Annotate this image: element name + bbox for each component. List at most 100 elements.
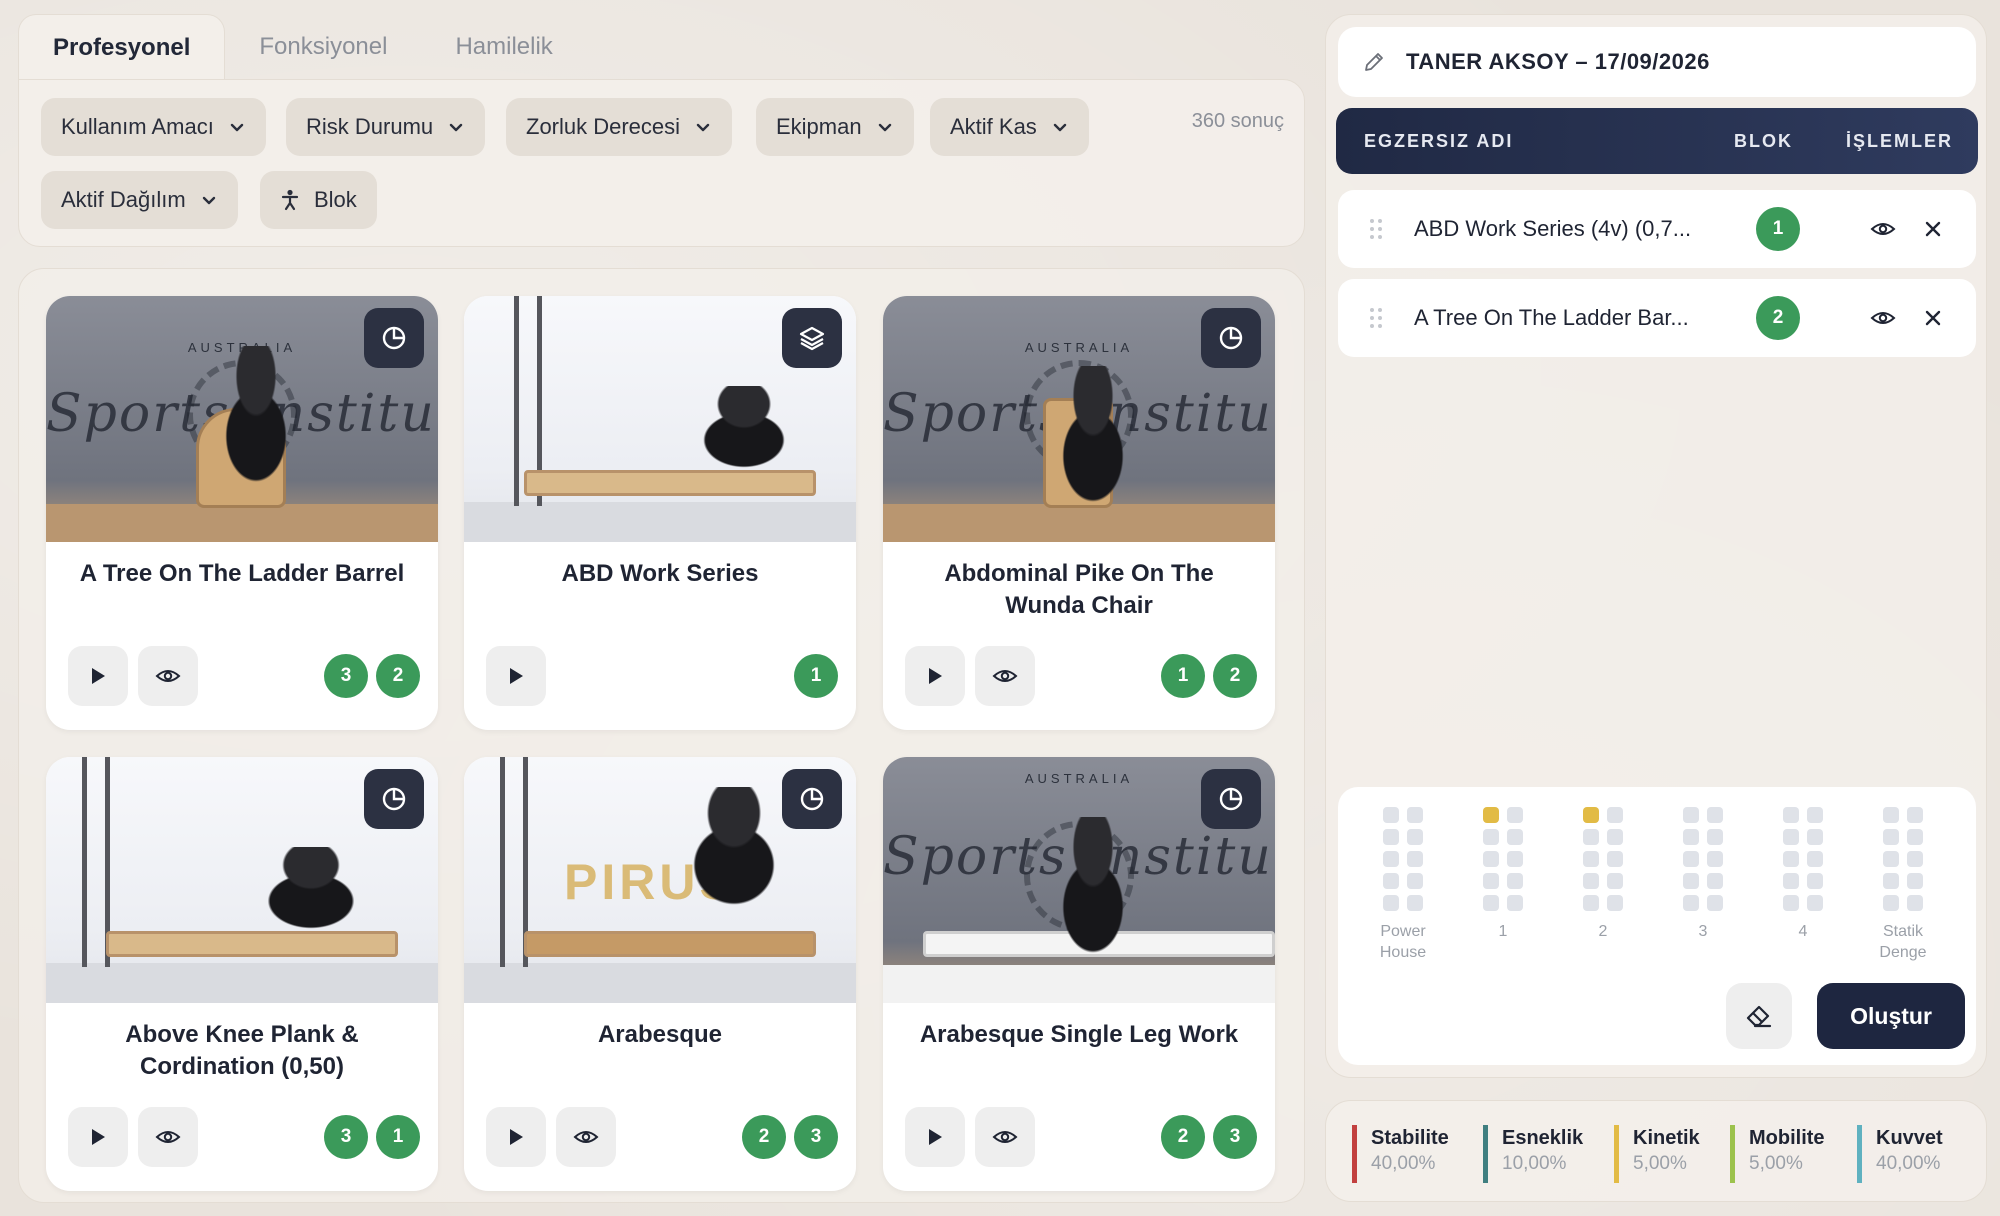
filter-blok[interactable]: Blok: [260, 171, 377, 229]
stat-value: 10,00%: [1502, 1153, 1567, 1174]
eye-icon: [992, 670, 1018, 682]
play-button[interactable]: [68, 1107, 128, 1167]
block-3[interactable]: 3: [1658, 807, 1748, 942]
chevron-down-icon: [696, 123, 710, 132]
filter-label: Kullanım Amacı: [61, 114, 214, 139]
block-badges: 3 2: [324, 654, 420, 698]
play-button[interactable]: [486, 1107, 546, 1167]
play-button[interactable]: [68, 646, 128, 706]
program-row[interactable]: ABD Work Series (4v) (0,7... 1: [1338, 190, 1976, 268]
preview-button[interactable]: [975, 646, 1035, 706]
exercise-card[interactable]: AUSTRALIA Sports Institut Arabesque Sing…: [883, 757, 1275, 1191]
play-icon: [929, 1129, 942, 1145]
stat-label: Kinetik: [1633, 1127, 1700, 1149]
remove-button[interactable]: [1918, 303, 1948, 333]
exercise-card[interactable]: PIRUS Arabesque 2 3: [464, 757, 856, 1191]
program-panel: TANER AKSOY – 17/09/2026 EGZERSIZ ADI BL…: [1325, 14, 1987, 1078]
filter-zorluk-derecesi[interactable]: Zorluk Derecesi: [506, 98, 733, 156]
block-badge: 2: [742, 1115, 786, 1159]
category-tabs: Profesyonel Fonksiyonel Hamilelik: [18, 14, 587, 80]
filter-ekipman[interactable]: Ekipman: [756, 98, 914, 156]
block-badge: 3: [324, 654, 368, 698]
play-icon: [92, 668, 105, 684]
stat-esneklik: Esneklik 10,00%: [1483, 1125, 1583, 1183]
block-badge: 1: [1161, 654, 1205, 698]
stat-label: Kuvvet: [1876, 1127, 1943, 1149]
block-badge: 2: [1756, 296, 1800, 340]
exercise-thumbnail[interactable]: AUSTRALIA Sports Institute: [46, 296, 438, 542]
filter-aktif-dagilim[interactable]: Aktif Dağılım: [41, 171, 238, 229]
filter-risk-durumu[interactable]: Risk Durumu: [286, 98, 486, 156]
play-button[interactable]: [905, 646, 965, 706]
program-row-name: ABD Work Series (4v) (0,7...: [1414, 216, 1692, 241]
preview-button[interactable]: [556, 1107, 616, 1167]
preview-button[interactable]: [1868, 303, 1898, 333]
thumbnail-floor: [883, 965, 1275, 1003]
stat-label: Stabilite: [1371, 1127, 1449, 1149]
exercise-card[interactable]: AUSTRALIA Sports Institute A Tree On The…: [46, 296, 438, 730]
pie-chart-badge[interactable]: [782, 769, 842, 829]
create-button[interactable]: Oluştur: [1817, 983, 1965, 1049]
exercise-thumbnail[interactable]: PIRUS: [464, 757, 856, 1003]
block-1[interactable]: 1: [1458, 807, 1548, 942]
tab-hamilelik[interactable]: Hamilelik: [421, 14, 586, 80]
exercise-card[interactable]: AUSTRALIA Sports Institute Abdominal Pik…: [883, 296, 1275, 730]
filter-kullanim-amaci[interactable]: Kullanım Amacı: [41, 98, 266, 156]
play-button[interactable]: [905, 1107, 965, 1167]
remove-button[interactable]: [1918, 214, 1948, 244]
exercise-title: Arabesque: [597, 1021, 723, 1048]
program-name-field[interactable]: TANER AKSOY – 17/09/2026: [1338, 27, 1976, 97]
block-power-house[interactable]: Power House: [1358, 807, 1448, 963]
eye-icon: [155, 1131, 181, 1143]
tab-fonksiyonel[interactable]: Fonksiyonel: [225, 14, 421, 80]
preview-button[interactable]: [138, 1107, 198, 1167]
pie-chart-badge[interactable]: [364, 769, 424, 829]
block-badge: 3: [324, 1115, 368, 1159]
preview-button[interactable]: [138, 646, 198, 706]
clear-button[interactable]: [1726, 983, 1792, 1049]
exercise-thumbnail[interactable]: [46, 757, 438, 1003]
exercise-thumbnail[interactable]: [464, 296, 856, 542]
reformer: [524, 931, 816, 957]
program-row[interactable]: A Tree On The Ladder Bar... 2: [1338, 279, 1976, 357]
block-4[interactable]: 4: [1758, 807, 1848, 942]
block-dots: [1583, 807, 1623, 911]
block-dots: [1683, 807, 1723, 911]
layers-badge[interactable]: [782, 308, 842, 368]
result-count: 360 sonuç: [1191, 110, 1284, 132]
drag-handle-icon[interactable]: [1368, 218, 1384, 240]
close-icon: [1925, 221, 1941, 237]
exercise-thumbnail[interactable]: AUSTRALIA Sports Institute: [883, 296, 1275, 542]
block-badge: 1: [794, 654, 838, 698]
block-badges: 1 2: [1161, 654, 1257, 698]
pie-chart-badge[interactable]: [364, 308, 424, 368]
exercise-card[interactable]: Above Knee Plank & Cordination (0,50) 3 …: [46, 757, 438, 1191]
eye-icon: [992, 1131, 1018, 1143]
block-badge: 3: [794, 1115, 838, 1159]
block-2[interactable]: 2: [1558, 807, 1648, 942]
pie-chart-badge[interactable]: [1201, 769, 1261, 829]
exercise-thumbnail[interactable]: AUSTRALIA Sports Institut: [883, 757, 1275, 1003]
filter-aktif-kas[interactable]: Aktif Kas: [930, 98, 1089, 156]
exercise-title: Arabesque Single Leg Work: [919, 1021, 1239, 1048]
block-selector: Power House 1 2 3 4 Statik Denge Oluştur: [1338, 787, 1976, 1065]
pie-chart-icon: [1219, 326, 1243, 350]
preview-button[interactable]: [975, 1107, 1035, 1167]
stats-panel: Stabilite 40,00% Esneklik 10,00% Kinetik…: [1325, 1100, 1987, 1202]
exercise-card[interactable]: ABD Work Series 1: [464, 296, 856, 730]
block-statik-denge[interactable]: Statik Denge: [1858, 807, 1948, 963]
tab-profesyonel[interactable]: Profesyonel: [18, 14, 226, 80]
play-button[interactable]: [486, 646, 546, 706]
preview-button[interactable]: [1868, 214, 1898, 244]
chevron-down-icon: [202, 196, 215, 205]
block-label: 1: [1498, 923, 1508, 940]
pie-chart-icon: [1219, 787, 1243, 811]
stat-value: 40,00%: [1876, 1153, 1941, 1174]
drag-handle-icon[interactable]: [1368, 307, 1384, 329]
pie-chart-badge[interactable]: [1201, 308, 1261, 368]
layers-icon: [799, 326, 825, 351]
thumbnail-floor: [464, 963, 856, 1003]
pencil-icon[interactable]: [1362, 50, 1386, 74]
block-label: Power House: [1379, 923, 1427, 961]
exercise-title: Above Knee Plank & Cordination (0,50): [125, 1021, 359, 1080]
